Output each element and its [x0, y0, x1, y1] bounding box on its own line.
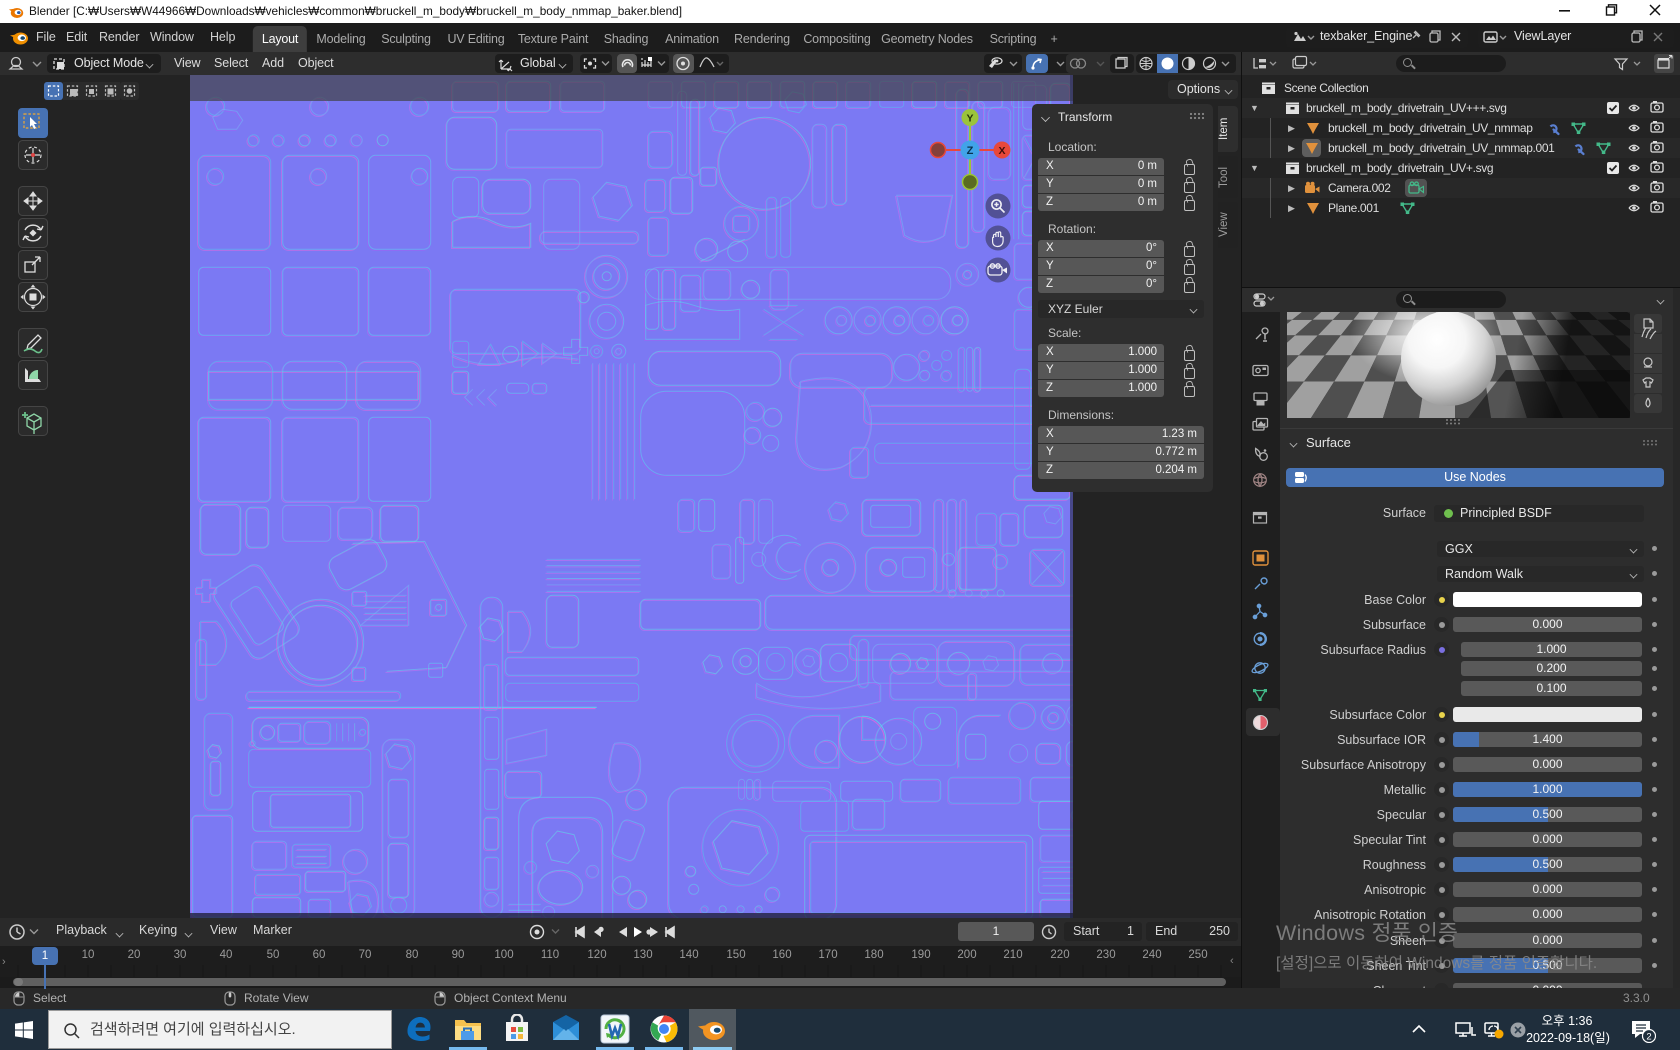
svg-text:2: 2: [1646, 1032, 1651, 1043]
svg-text:Z: Z: [967, 145, 974, 157]
svg-text:Y: Y: [966, 113, 973, 125]
svg-text:X: X: [998, 145, 1005, 157]
